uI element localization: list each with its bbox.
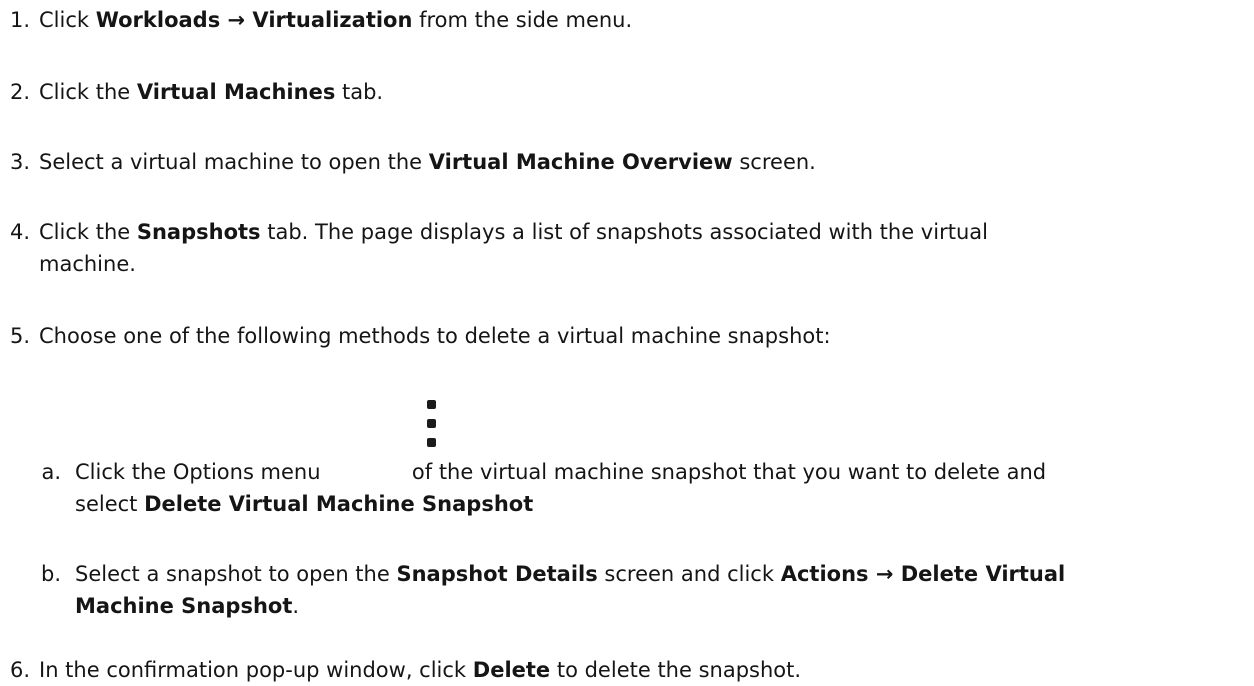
step-text: Click the Virtual Machines tab.: [39, 76, 383, 108]
substep-text: Select a snapshot to open the Snapshot D…: [75, 558, 1245, 590]
menu-action-label: Actions → Delete Virtual: [780, 562, 1066, 586]
step-number: 6.: [9, 658, 30, 682]
step-text-line2: machine.: [39, 252, 136, 276]
step-text-plain: Select a virtual machine to open the: [39, 150, 429, 174]
step-text: Click Workloads → Virtualization from th…: [39, 4, 632, 36]
step-number: 4.: [9, 220, 30, 244]
step-number: 3.: [9, 150, 30, 174]
step-number: 2.: [9, 80, 30, 104]
step-text-plain: tab.: [335, 80, 384, 104]
step-text: In the confirmation pop-up window, click…: [39, 654, 801, 686]
step-text: Click the Snapshots tab. The page displa…: [39, 216, 988, 248]
step-number: 5.: [9, 324, 30, 348]
screen-name-label: Snapshot Details: [396, 562, 598, 586]
step-text-plain: In the confirmation pop-up window, click: [39, 658, 473, 682]
menu-action-label: Delete Virtual Machine Snapshot: [144, 492, 534, 516]
step-text-plain: Click the: [39, 80, 137, 104]
step-text-plain: from the side menu.: [412, 8, 633, 32]
ui-path-label: Workloads → Virtualization: [95, 8, 413, 32]
tab-name-label: Snapshots: [136, 220, 261, 244]
substep-text-line2: Machine Snapshot.: [75, 590, 1245, 622]
step-text: Choose one of the following methods to d…: [39, 324, 831, 348]
step-text: Select a virtual machine to open the Vir…: [39, 146, 816, 178]
step-number: 1.: [9, 8, 30, 32]
menu-action-label: Machine Snapshot: [75, 594, 293, 618]
substep-text-plain: .: [292, 594, 300, 618]
button-name-label: Delete: [472, 658, 551, 682]
kebab-icon: [427, 400, 437, 448]
substep-text-plain: Select a snapshot to open the: [75, 562, 397, 586]
step-text-plain: screen.: [732, 150, 816, 174]
substep-text: Click the Options menu of the virtual ma…: [75, 456, 1245, 488]
step-text-plain: to delete the snapshot.: [550, 658, 802, 682]
substep-text-plain: of the virtual machine snapshot that you…: [405, 460, 1047, 484]
screen-name-label: Virtual Machine Overview: [428, 150, 733, 174]
substep-text-plain: Click the Options menu: [75, 460, 328, 484]
step-text-plain: Click: [39, 8, 96, 32]
substep-text-plain: select: [75, 492, 145, 516]
substep-letter: a.: [41, 460, 61, 484]
substep-text-plain: screen and click: [597, 562, 781, 586]
tab-name-label: Virtual Machines: [136, 80, 336, 104]
substep-letter: b.: [40, 562, 61, 586]
step-text-plain: tab. The page displays a list of snapsho…: [260, 220, 988, 244]
step-text-plain: Click the: [39, 220, 137, 244]
substep-text-line2: select Delete Virtual Machine Snapshot: [75, 488, 1245, 520]
